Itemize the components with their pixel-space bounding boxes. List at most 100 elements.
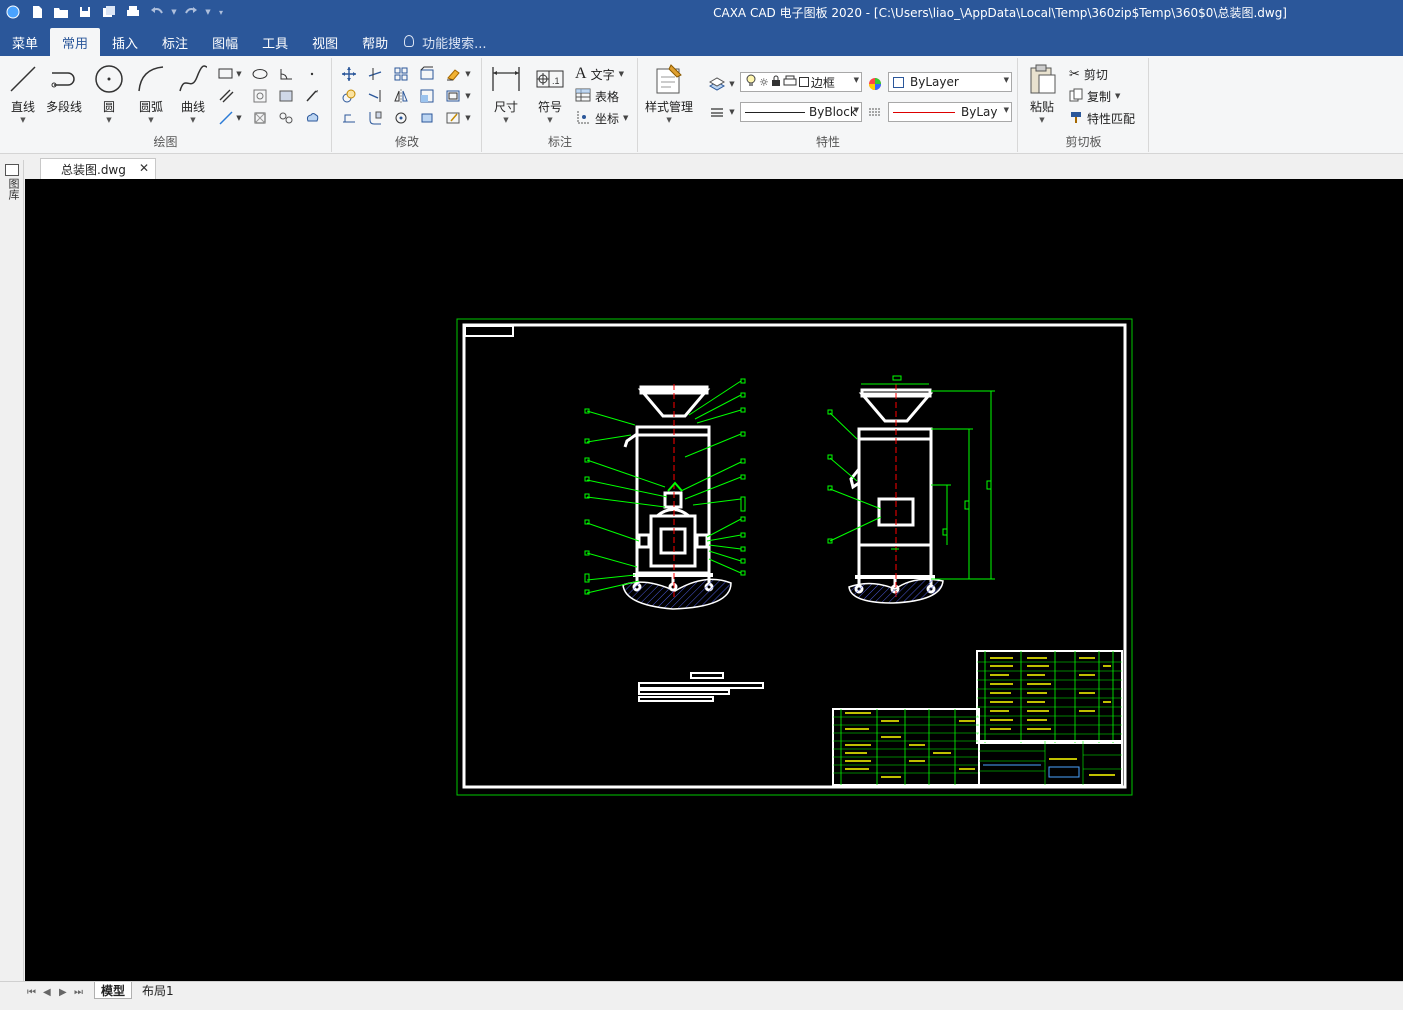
tab-common[interactable]: 常用 [50,28,101,56]
tab-tools[interactable]: 工具 [250,28,300,56]
construction-line-icon[interactable] [216,108,236,128]
offset-dropdown-icon[interactable]: ▼ [463,86,473,106]
document-tab[interactable]: 总装图.dwg ✕ [40,158,156,179]
color-select[interactable]: ByLayer ▼ [888,72,1012,92]
arc-button[interactable]: 圆弧 ▼ [134,62,168,124]
first-layout-icon[interactable]: ⏮ [27,987,36,998]
style-manager-button[interactable]: 样式管理 ▼ [645,62,693,124]
symbol-button[interactable]: .1 符号 ▼ [533,62,567,124]
tab-insert[interactable]: 插入 [100,28,150,56]
tab-help[interactable]: 帮助 [350,28,400,56]
color-wheel-icon[interactable] [865,74,885,94]
pen-sketch-icon[interactable] [302,86,322,106]
chevron-down-icon: ▼ [853,76,859,84]
paste-button[interactable]: 粘贴 ▼ [1025,62,1059,124]
print-icon[interactable] [122,2,144,22]
scale-icon[interactable] [417,86,437,106]
undo-icon[interactable] [146,2,168,22]
open-folder-icon[interactable] [50,2,72,22]
lineweight-select[interactable]: ByLayer ▼ [888,102,1012,122]
chevron-down-icon: ▼ [618,70,624,78]
coordinate-button[interactable]: 坐标 ▼ [575,108,628,128]
sheet-border [456,318,1133,796]
window-title: CAXA CAD 电子图板 2020 - [C:\Users\liao_\App… [713,6,1287,20]
copy-object-icon[interactable] [339,86,359,106]
layer-select[interactable]: ☼ 边框 ▼ [740,72,862,92]
polyline-button[interactable]: 多段线 [46,62,82,115]
text-button[interactable]: A 文字 ▼ [575,64,624,84]
svg-text:.1: .1 [552,76,560,86]
chamfer-angle-icon[interactable] [276,64,296,84]
lineweight-dropdown-icon[interactable]: ▼ [727,102,737,122]
new-file-icon[interactable] [26,2,48,22]
line-label: 直线 [10,100,35,114]
save-icon[interactable] [74,2,96,22]
parallel-line-icon[interactable] [216,86,236,106]
tab-model[interactable]: 模型 [94,982,133,999]
match-properties-button[interactable]: 特性匹配 [1069,108,1135,128]
explode-icon[interactable] [417,108,437,128]
rotate-icon[interactable] [391,108,411,128]
tab-sheet[interactable]: 图幅 [200,28,250,56]
table-button[interactable]: 表格 [575,86,619,106]
prev-layout-icon[interactable]: ◀ [43,987,51,998]
drawing-canvas[interactable] [25,179,1403,981]
tab-menu[interactable]: 菜单 [0,28,50,56]
chevron-down-icon: ▼ [666,116,672,124]
hatch-pattern-icon[interactable] [250,86,270,106]
dimension-button[interactable]: 尺寸 ▼ [489,62,523,124]
cut-button[interactable]: ✂ 剪切 [1069,64,1108,84]
linetype-select[interactable]: ByBlock ▼ [740,102,862,122]
array-icon[interactable] [391,64,411,84]
fillet-icon[interactable] [365,108,385,128]
chevron-down-icon: ▼ [106,116,112,124]
tab-annotate[interactable]: 标注 [150,28,200,56]
tab-layout1[interactable]: 布局1 [136,982,180,999]
redo-icon[interactable] [180,2,202,22]
line-pattern-icon[interactable] [865,102,885,122]
layer-dropdown-icon[interactable]: ▼ [727,74,737,94]
spline-icon [176,62,210,96]
erase-icon[interactable] [443,64,463,84]
cloud-revision-icon[interactable] [302,108,322,128]
extend-icon[interactable] [365,86,385,106]
gradient-fill-icon[interactable] [276,86,296,106]
circle-button[interactable]: 圆 ▼ [92,62,126,124]
center-mark-icon[interactable] [276,108,296,128]
construction-dropdown-icon[interactable]: ▼ [234,108,244,128]
save-all-icon[interactable] [98,2,120,22]
close-icon[interactable]: ✕ [139,161,149,175]
trim-icon[interactable] [365,64,385,84]
app-logo-icon[interactable] [2,2,24,22]
paste-label: 粘贴 [1029,100,1054,114]
scissors-icon: ✂ [1069,66,1080,82]
edit-properties-icon[interactable] [443,108,463,128]
lineweight-icon[interactable] [707,102,727,122]
edit-dropdown-icon[interactable]: ▼ [463,108,473,128]
stretch-icon[interactable] [417,64,437,84]
copy-button[interactable]: 复制 ▼ [1069,86,1120,106]
point-icon[interactable] [302,64,322,84]
layer-manager-icon[interactable] [707,74,727,94]
erase-dropdown-icon[interactable]: ▼ [463,64,473,84]
library-tab[interactable]: 图库 [5,178,20,200]
curve-button[interactable]: 曲线 ▼ [176,62,210,124]
offset-icon[interactable] [443,86,463,106]
line-button[interactable]: 直线 ▼ [6,62,40,124]
rectangle-icon[interactable] [216,64,236,84]
library-icon[interactable] [5,164,19,176]
move-icon[interactable] [339,64,359,84]
redo-dropdown-icon[interactable]: ▼ [204,2,212,22]
block-insert-icon[interactable] [250,108,270,128]
mirror-icon[interactable] [391,86,411,106]
rectangle-dropdown-icon[interactable]: ▼ [234,64,244,84]
last-layout-icon[interactable]: ⏭ [74,987,83,998]
feature-search[interactable]: 功能搜索... [400,28,498,56]
customize-qat-icon[interactable]: ▾ [214,2,228,22]
clipboard-group: 粘贴 ▼ ✂ 剪切 复制 ▼ 特性匹配 剪切板 [1019,58,1149,152]
break-icon[interactable] [339,108,359,128]
next-layout-icon[interactable]: ▶ [59,987,67,998]
undo-dropdown-icon[interactable]: ▼ [170,2,178,22]
tab-view[interactable]: 视图 [300,28,350,56]
ellipse-icon[interactable] [250,64,270,84]
